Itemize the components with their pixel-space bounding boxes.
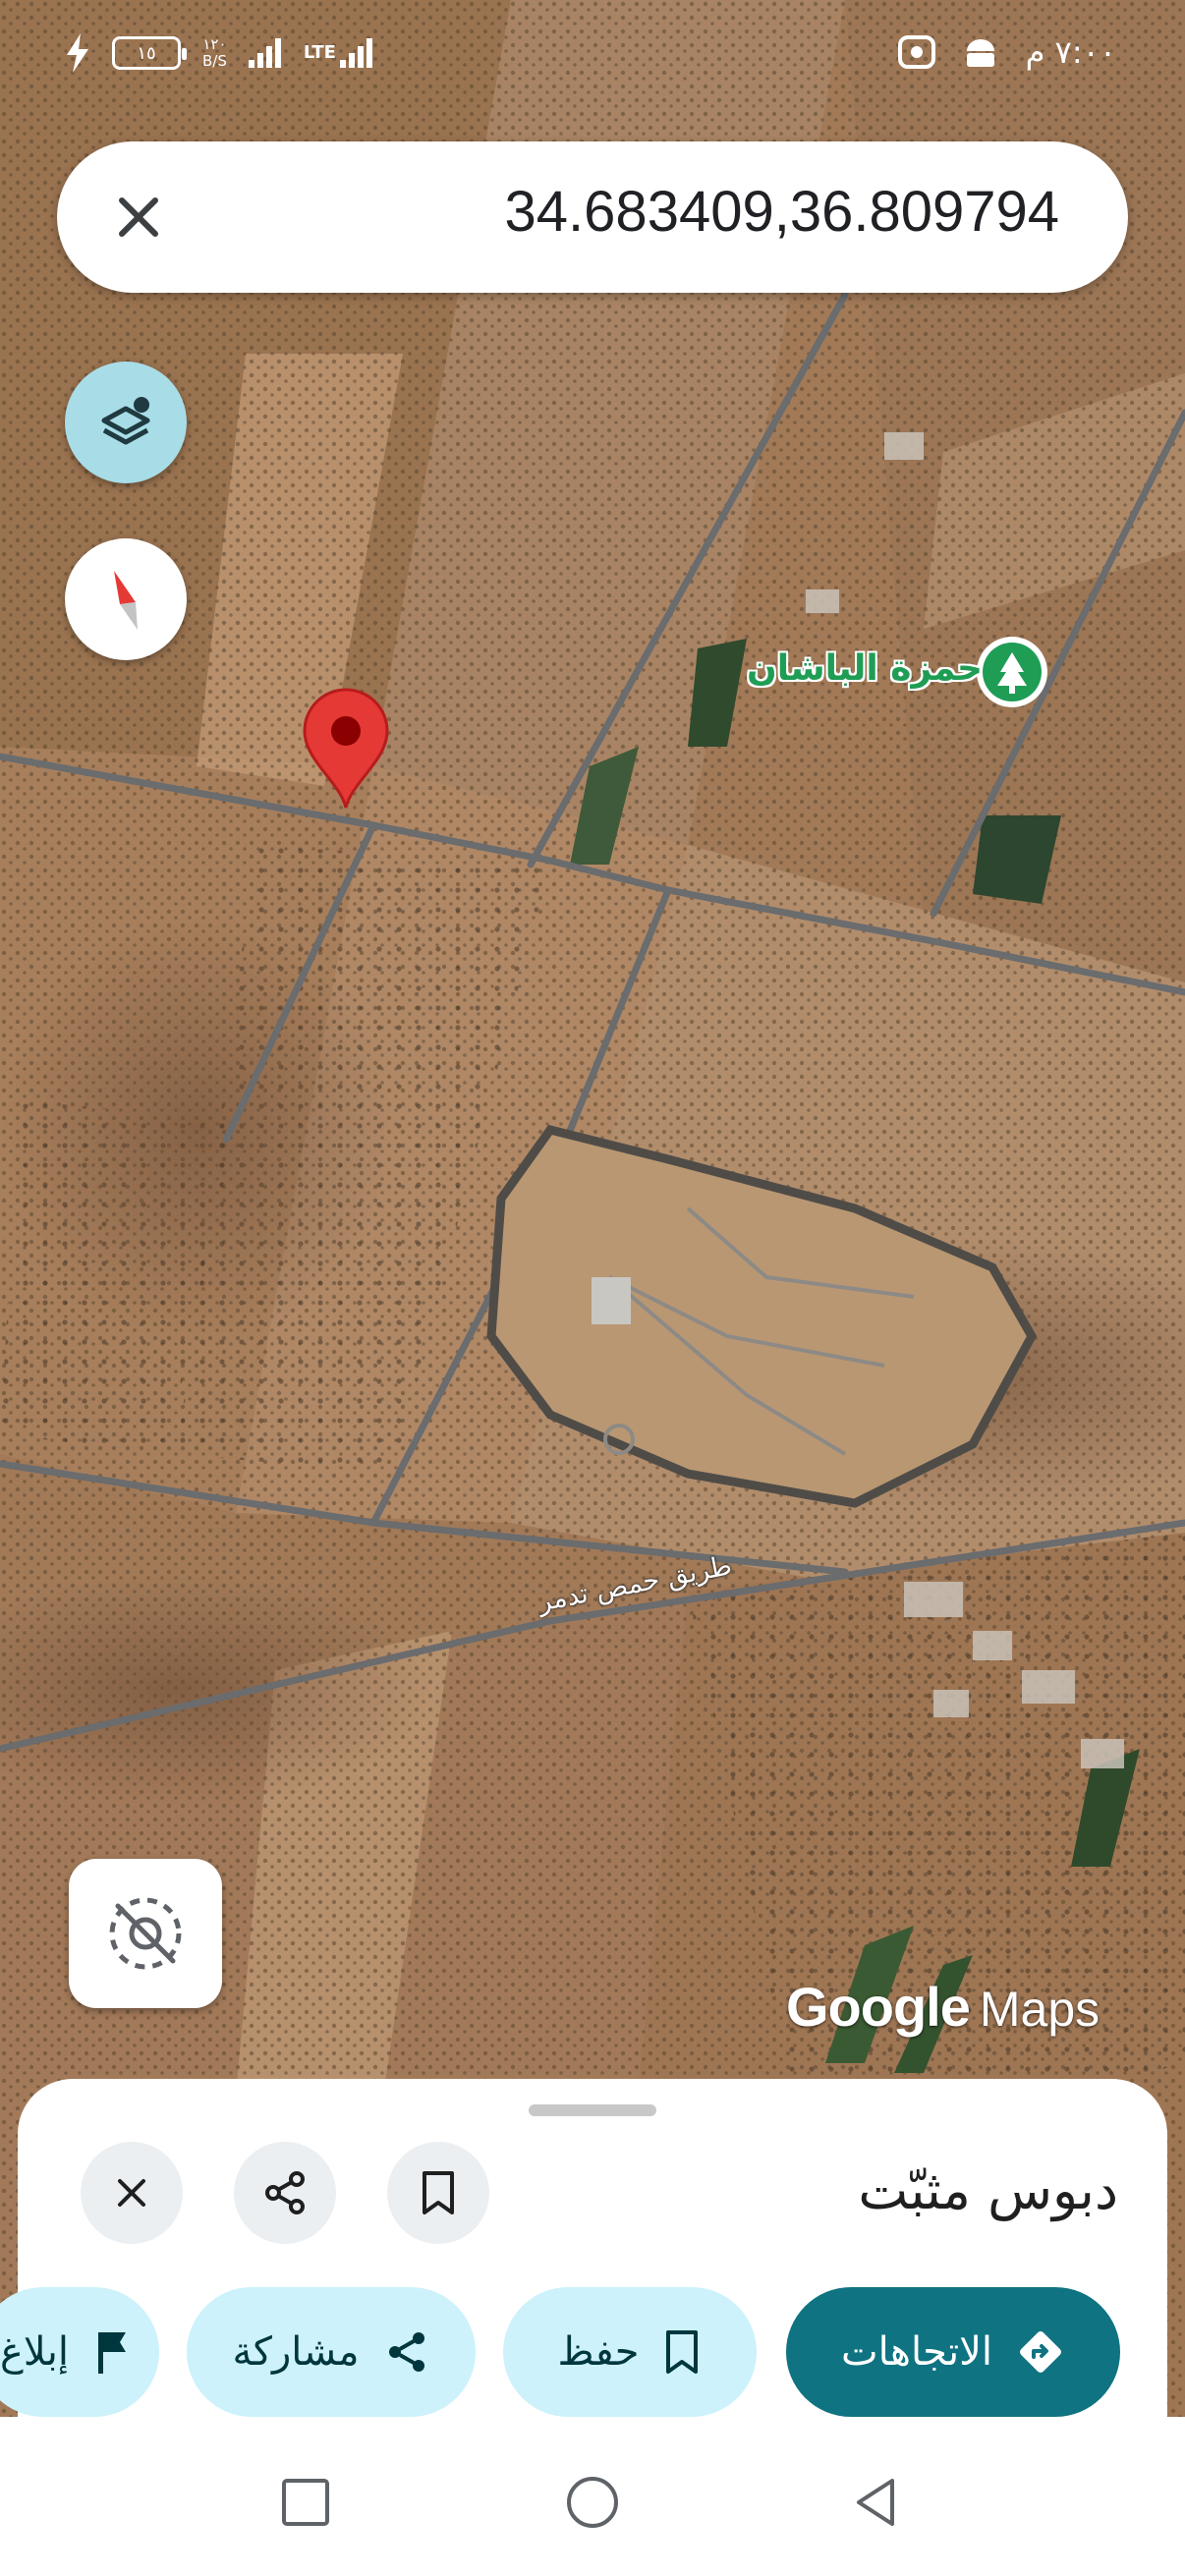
network-speed-unit: B/S: [202, 52, 227, 70]
system-nav-bar: [0, 2417, 1185, 2576]
close-icon[interactable]: [108, 187, 169, 248]
sheet-close-button[interactable]: [81, 2142, 183, 2244]
network-type: LTE: [303, 42, 336, 63]
home-icon: [567, 2477, 618, 2528]
dropped-pin-icon[interactable]: [301, 688, 391, 810]
network-speed: ١٢٠ B/S: [202, 36, 227, 70]
home-button[interactable]: [558, 2468, 627, 2537]
save-button[interactable]: حفظ: [503, 2287, 757, 2417]
network-speed-value: ١٢٠: [202, 35, 227, 53]
share-button[interactable]: مشاركة: [187, 2287, 476, 2417]
battery-level: ١٥: [137, 42, 156, 64]
status-bar: ١٥ ١٢٠ B/S LTE ٧:٠٠ م: [0, 0, 1185, 118]
save-label: حفظ: [557, 2329, 640, 2375]
clock: ٧:٠٠ م: [1025, 33, 1116, 71]
report-label: إبلاغ: [0, 2329, 69, 2375]
close-icon: [118, 2179, 145, 2207]
charging-bolt-icon: [67, 33, 88, 73]
directions-icon: [1020, 2331, 1061, 2373]
android-icon: [966, 39, 994, 67]
flag-icon: [98, 2332, 126, 2374]
drag-handle[interactable]: [529, 2104, 656, 2116]
directions-button[interactable]: الاتجاهات: [786, 2287, 1120, 2417]
screen-record-icon: [897, 35, 935, 69]
google-maps-logo: Google Maps: [786, 1976, 1100, 2038]
bookmark-icon: [423, 2171, 454, 2214]
share-icon: [265, 2171, 305, 2214]
bookmark-icon: [666, 2330, 699, 2374]
layers-icon: [101, 397, 150, 445]
compass-icon: [114, 571, 138, 630]
layers-button[interactable]: [65, 362, 187, 483]
my-location-button[interactable]: [69, 1859, 222, 2008]
location-off-icon: [109, 1897, 182, 1970]
sheet-save-button[interactable]: [387, 2142, 489, 2244]
compass-button[interactable]: [65, 538, 187, 660]
search-bar[interactable]: 34.683409,36.809794: [57, 141, 1128, 293]
directions-label: الاتجاهات: [841, 2329, 993, 2375]
recents-button[interactable]: [271, 2468, 340, 2537]
back-button[interactable]: [841, 2468, 910, 2537]
park-place-icon[interactable]: [973, 633, 1051, 711]
share-label: مشاركة: [232, 2329, 360, 2375]
signal-icon-2: [339, 38, 372, 68]
place-label[interactable]: حمزة الباشان: [747, 648, 983, 689]
signal-icon: [248, 38, 281, 68]
report-button[interactable]: إبلاغ: [0, 2287, 159, 2417]
back-icon: [857, 2479, 894, 2526]
recents-icon: [282, 2479, 329, 2526]
sheet-share-button[interactable]: [234, 2142, 336, 2244]
search-input[interactable]: 34.683409,36.809794: [505, 179, 1059, 245]
share-icon: [388, 2332, 424, 2372]
battery-icon: ١٥: [112, 36, 187, 70]
sheet-title: دبوس مثبّت: [858, 2159, 1118, 2221]
